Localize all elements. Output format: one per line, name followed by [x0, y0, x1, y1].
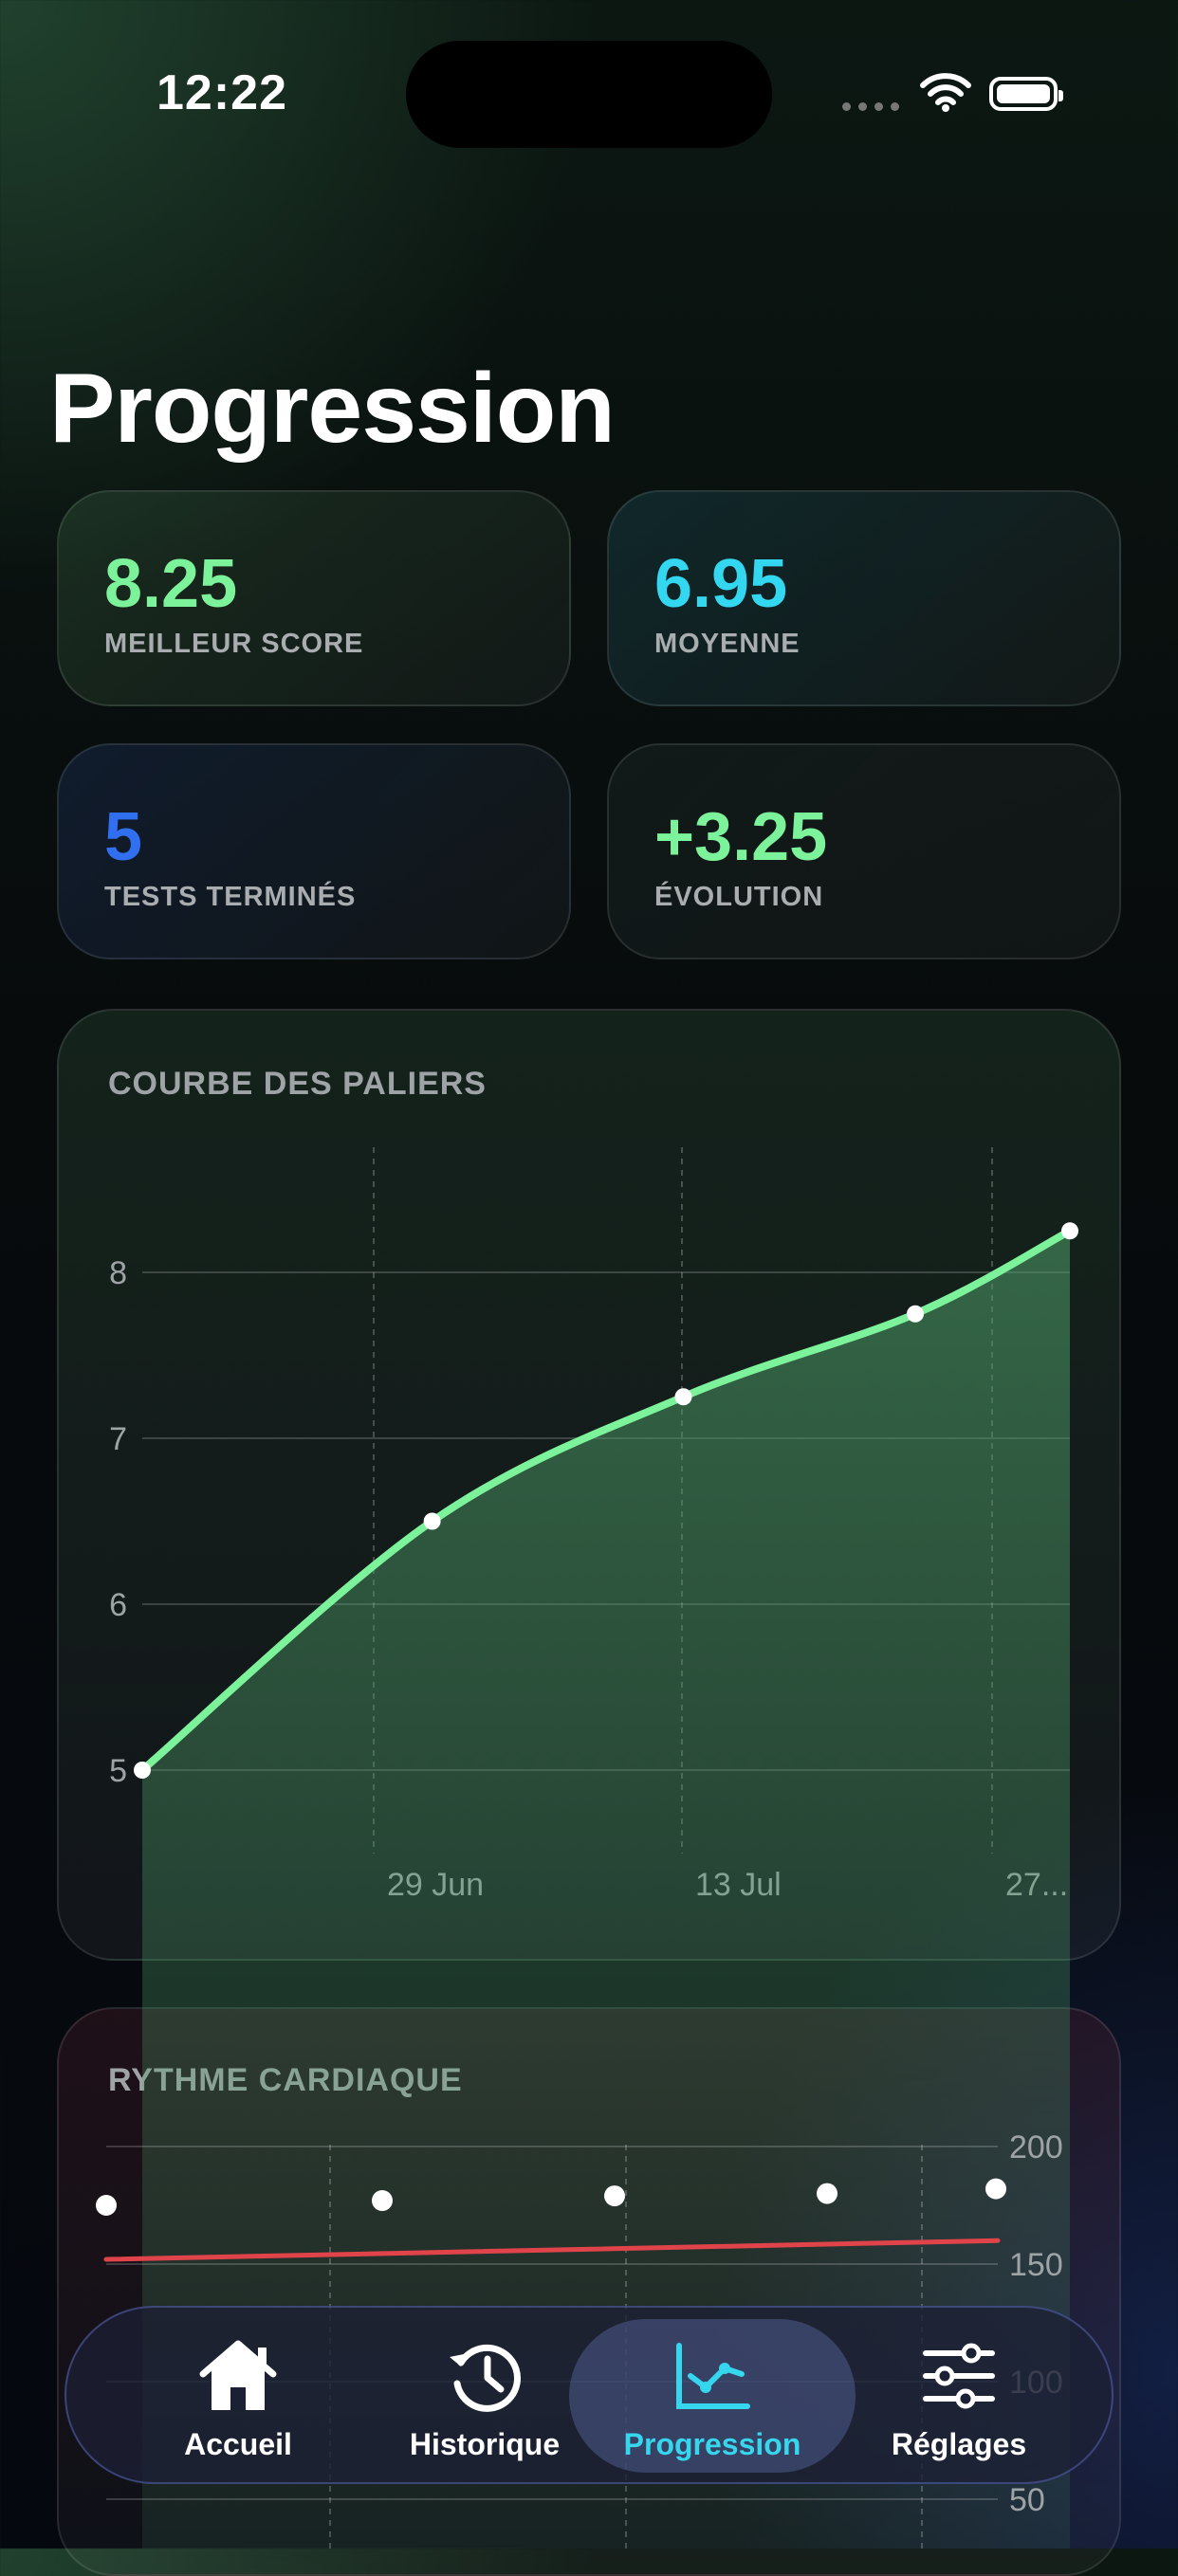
heart-rate-card: RYTHME CARDIAQUE [57, 2007, 1121, 2576]
stat-value: 6.95 [654, 546, 788, 622]
tab-reglages[interactable]: Réglages [816, 2319, 1102, 2473]
sliders-icon [923, 2343, 995, 2409]
stat-label: TESTS TERMINÉS [104, 882, 357, 912]
tab-progression[interactable]: Progression [569, 2319, 856, 2473]
tab-label: Accueil [184, 2427, 292, 2461]
stat-value: +3.25 [654, 799, 828, 875]
stat-label: MEILLEUR SCORE [104, 629, 364, 659]
stat-label: MOYENNE [654, 629, 801, 659]
status-bar: 12:22 [0, 0, 1178, 190]
history-icon [450, 2344, 521, 2412]
tab-label: Progression [623, 2427, 801, 2461]
tab-bar: Accueil Historique Progression Réglages [64, 2306, 1114, 2484]
dynamic-island [406, 41, 772, 148]
tab-accueil[interactable]: Accueil [95, 2319, 381, 2473]
stat-label: ÉVOLUTION [654, 882, 824, 912]
stat-value: 5 [104, 799, 143, 875]
stat-card-evolution: +3.25 ÉVOLUTION [607, 743, 1121, 959]
stat-card-best-score: 8.25 MEILLEUR SCORE [57, 490, 571, 706]
stat-value: 8.25 [104, 546, 238, 622]
battery-icon [989, 77, 1063, 111]
status-time: 12:22 [156, 65, 287, 120]
tab-label: Réglages [891, 2427, 1027, 2461]
level-curve-card: COURBE DES PALIERS [57, 1009, 1121, 1961]
stat-card-tests-completed: 5 TESTS TERMINÉS [57, 743, 571, 959]
home-icon [199, 2340, 277, 2410]
stat-card-average: 6.95 MOYENNE [607, 490, 1121, 706]
card-title: RYTHME CARDIAQUE [108, 2062, 463, 2098]
chart-icon [676, 2343, 750, 2409]
card-title: COURBE DES PALIERS [108, 1066, 487, 1102]
page-title: Progression [49, 354, 616, 464]
signal-icon [842, 102, 899, 111]
wifi-icon [920, 73, 971, 112]
